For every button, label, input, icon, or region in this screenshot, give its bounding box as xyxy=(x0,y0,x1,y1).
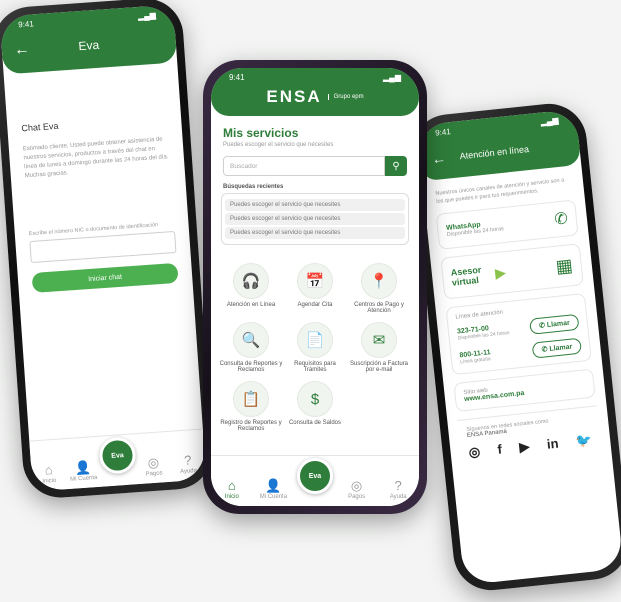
call-button-1[interactable]: ✆ Llamar xyxy=(529,313,580,335)
service-label: Suscripción a Factura por e-mail xyxy=(349,361,409,373)
signal-icon: ▂▄▆ xyxy=(383,72,401,82)
signal-icon: ▂▄▆ xyxy=(137,10,157,21)
virtual-advisor-title: Asesor virtual xyxy=(450,264,482,288)
chat-intro: Estimado cliente, Usted puede obtener as… xyxy=(22,136,169,180)
instagram-icon[interactable]: ◎ xyxy=(468,444,481,461)
eva-avatar: Eva xyxy=(98,436,137,475)
service-label: Requisitos para Trámites xyxy=(294,361,336,373)
phone-right-screen: 9:41 ▂▄▆ ← Atención en línea Nuestros ún… xyxy=(416,108,621,586)
qr-code-icon: ▦ xyxy=(554,254,574,277)
service-label: Consulta de Reportes y Reclamos xyxy=(219,361,283,373)
play-icon: ▶ xyxy=(494,263,507,281)
search-button[interactable]: ⚲ xyxy=(385,156,407,176)
phone-center: 9:41 ▂▄▆ ENSA Grupo epm Mis servicios Pu… xyxy=(203,60,427,514)
whatsapp-icon: ✆ xyxy=(553,210,569,229)
service-item[interactable]: $ Consulta de Saldos xyxy=(283,381,347,432)
home-icon: ⌂ xyxy=(227,478,236,493)
phone-right: 9:41 ▂▄▆ ← Atención en línea Nuestros ún… xyxy=(407,100,621,594)
phone-center-screen: 9:41 ▂▄▆ ENSA Grupo epm Mis servicios Pu… xyxy=(211,68,419,506)
logo-tagline: Grupo epm xyxy=(327,94,364,100)
payments-icon: ◎ xyxy=(350,478,363,493)
home-icon: ⌂ xyxy=(44,462,54,478)
service-label: Registro de Reportes y Reclamos xyxy=(220,420,282,432)
headset-icon: 🎧 xyxy=(233,263,269,299)
service-label: Consulta de Saldos xyxy=(288,420,342,426)
service-label: Agendar Cita xyxy=(297,302,333,308)
status-bar: 9:41 ▂▄▆ xyxy=(211,68,419,86)
page-title: Mis servicios xyxy=(223,126,299,140)
services-grid: 🎧 Atención en Línea 📅 Agendar Cita 📍 Centros … xyxy=(211,263,419,432)
website-card[interactable]: Sitio web www.ensa.com.pa xyxy=(453,368,596,412)
calendar-plus-icon: 📅 xyxy=(297,263,333,299)
nav-eva[interactable]: Eva xyxy=(98,436,137,480)
youtube-icon[interactable]: ▶ xyxy=(519,439,531,456)
help-icon: ? xyxy=(394,478,402,493)
magnifier-icon: 🔍 xyxy=(233,322,269,358)
service-item[interactable]: 📅 Agendar Cita xyxy=(283,263,347,314)
signal-icon: ▂▄▆ xyxy=(540,115,559,127)
search-input[interactable]: Buscador xyxy=(223,156,385,176)
social-card: Síguenos en redes sociales como ENSA Pan… xyxy=(457,405,602,469)
payments-icon: ◎ xyxy=(147,454,160,471)
recent-item[interactable]: Puedes escoger el servicio que necesites xyxy=(225,227,405,239)
bottom-nav: ⌂ Inicio 👤 Mi Cuenta Eva ◎ Pagos ? Ayuda xyxy=(29,428,207,492)
service-item[interactable]: ✉ Suscripción a Factura por e-mail xyxy=(347,322,411,373)
service-item[interactable]: 🔍 Consulta de Reportes y Reclamos xyxy=(219,322,283,373)
nav-help[interactable]: ? Ayuda xyxy=(170,452,206,475)
back-arrow-icon[interactable]: ← xyxy=(431,150,447,167)
twitter-icon[interactable]: 🐦 xyxy=(575,432,593,450)
search-icon: ⚲ xyxy=(392,160,400,172)
nav-account[interactable]: 👤 Mi Cuenta xyxy=(253,479,293,500)
phone-lines-card: Línea de atención 323-71-00 Disponible l… xyxy=(445,292,592,376)
nav-payments[interactable]: ◎ Pagos xyxy=(337,479,377,500)
virtual-advisor-card[interactable]: Asesor virtual ▶ ▦ xyxy=(440,243,584,300)
nav-payments[interactable]: ◎ Pagos xyxy=(136,455,172,478)
user-icon: 👤 xyxy=(265,478,282,493)
facebook-icon[interactable]: f xyxy=(497,441,503,457)
bottom-nav: ⌂ Inicio 👤 Mi Cuenta Eva ◎ Pagos ? Ayuda xyxy=(211,455,419,506)
chat-title: Chat Eva xyxy=(21,120,59,134)
service-item[interactable]: 📄 Requisitos para Trámites xyxy=(283,322,347,373)
nav-home[interactable]: ⌂ Inicio xyxy=(212,479,252,500)
document-icon: 📄 xyxy=(297,322,333,358)
service-item[interactable]: 📋 Registro de Reportes y Reclamos xyxy=(219,381,283,432)
back-arrow-icon[interactable]: ← xyxy=(13,41,30,60)
coin-icon: $ xyxy=(297,381,333,417)
page-subtitle: Puedes escoger el servicio que necesites xyxy=(223,142,334,148)
appbar-title: Eva xyxy=(78,37,100,54)
phone-left-screen: 9:41 ▂▄▆ ← Eva Chat Eva Estimado cliente… xyxy=(0,4,207,492)
status-time: 9:41 xyxy=(434,126,452,138)
nav-home[interactable]: ⌂ Inicio xyxy=(31,462,67,485)
phone-left: 9:41 ▂▄▆ ← Eva Chat Eva Estimado cliente… xyxy=(0,0,215,501)
status-time: 9:41 xyxy=(17,18,35,29)
nav-eva[interactable]: Eva xyxy=(295,458,335,500)
call-button-2[interactable]: ✆ Llamar xyxy=(531,337,583,359)
recent-searches: Puedes escoger el servicio que necesites… xyxy=(221,193,409,245)
help-icon: ? xyxy=(183,452,192,468)
linkedin-icon[interactable]: in xyxy=(546,436,559,453)
recent-item[interactable]: Puedes escoger el servicio que necesites xyxy=(225,199,405,211)
service-label: Centros de Pago y Atención xyxy=(354,302,404,314)
appbar-title: Atención en línea xyxy=(459,144,530,162)
status-time: 9:41 xyxy=(229,72,245,82)
mail-icon: ✉ xyxy=(361,322,397,358)
nav-account[interactable]: 👤 Mi Cuenta xyxy=(65,459,101,483)
nav-help[interactable]: ? Ayuda xyxy=(378,479,418,500)
ensa-logo: ENSA xyxy=(266,87,322,106)
map-pin-icon: 📍 xyxy=(361,263,397,299)
nic-input[interactable] xyxy=(29,230,177,264)
service-item[interactable]: 🎧 Atención en Línea xyxy=(219,263,283,314)
recent-title: Búsquedas recientes xyxy=(223,184,284,190)
service-item[interactable]: 📍 Centros de Pago y Atención xyxy=(347,263,411,314)
recent-item[interactable]: Puedes escoger el servicio que necesites xyxy=(225,213,405,225)
start-chat-button[interactable]: Iniciar chat xyxy=(31,262,179,293)
service-label: Atención en Línea xyxy=(226,302,276,308)
eva-avatar: Eva xyxy=(296,458,333,494)
user-icon: 👤 xyxy=(74,459,92,476)
report-icon: 📋 xyxy=(233,381,269,417)
